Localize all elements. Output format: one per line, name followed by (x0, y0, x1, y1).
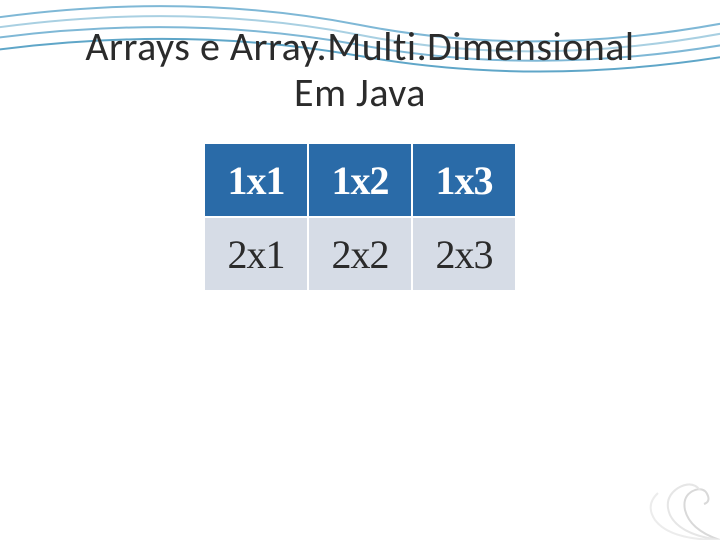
table-cell: 1x2 (308, 143, 412, 217)
title-line-2: Em Java (294, 68, 426, 117)
slide-title: Arrays e Array.Multi.Dimensional Em Java (0, 24, 720, 116)
table-row: 2x1 2x2 2x3 (204, 217, 516, 291)
table-cell: 2x1 (204, 217, 308, 291)
decorative-corner-swirl (600, 460, 720, 540)
table-cell: 1x1 (204, 143, 308, 217)
table-row: 1x1 1x2 1x3 (204, 143, 516, 217)
title-line-1: Arrays e Array.Multi.Dimensional (85, 22, 634, 71)
table-cell: 1x3 (412, 143, 516, 217)
array-table: 1x1 1x2 1x3 2x1 2x2 2x3 (203, 142, 517, 292)
table-cell: 2x3 (412, 217, 516, 291)
table-cell: 2x2 (308, 217, 412, 291)
